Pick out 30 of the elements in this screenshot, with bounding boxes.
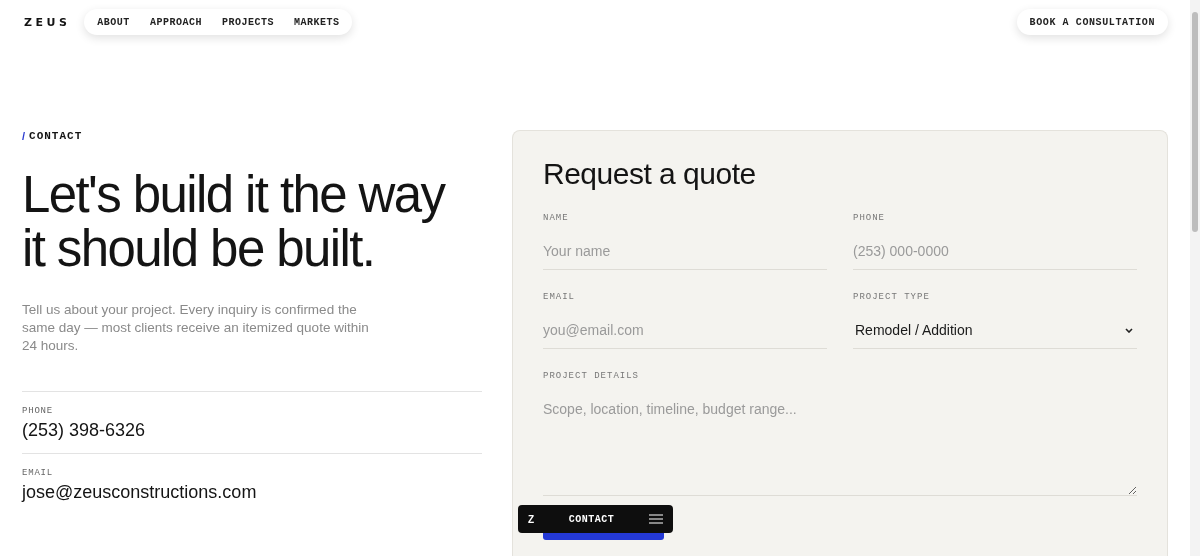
nav-link[interactable]: MARKETS bbox=[293, 16, 340, 28]
nav-link[interactable]: ABOUT bbox=[97, 16, 130, 28]
input-field[interactable]: you@email.com bbox=[543, 314, 827, 349]
menu-icon[interactable] bbox=[649, 514, 663, 524]
nav-link[interactable]: APPROACH bbox=[149, 16, 202, 28]
contact-label: PHONE bbox=[22, 406, 54, 416]
form-title: Request a quote bbox=[543, 157, 757, 191]
headline: Let's build it the way it should be built. bbox=[22, 168, 446, 276]
contact-value: (253) 398-6326 bbox=[22, 420, 147, 441]
field-label: PROJECT DETAILS bbox=[543, 371, 640, 381]
input-field[interactable]: (253) 000-0000 bbox=[853, 235, 1137, 270]
project-type-select[interactable]: Remodel / Addition bbox=[853, 314, 1137, 349]
field-label: PROJECT TYPE bbox=[853, 292, 931, 302]
nav-link[interactable]: PROJECTS bbox=[221, 16, 274, 28]
field-label: EMAIL bbox=[543, 292, 576, 302]
intro-text: Tell us about your project. Every inquiry is confirmed the same day — most clients receive an itemized quote within 24 hours. bbox=[22, 301, 370, 355]
chevron-down-icon bbox=[1125, 327, 1133, 333]
field-label: NAME bbox=[543, 213, 570, 223]
consultation-button[interactable]: BOOK A CONSULTATION bbox=[1016, 9, 1168, 35]
section-label: CONTACT bbox=[29, 130, 83, 142]
contact-value: jose@zeusconstructions.com bbox=[22, 482, 258, 503]
slash-mark: / bbox=[22, 130, 27, 142]
brand-logo[interactable]: Z bbox=[528, 513, 535, 525]
brand-logo[interactable]: ZEUS bbox=[24, 15, 71, 29]
input-field[interactable]: Your name bbox=[543, 235, 827, 270]
input-field[interactable]: Scope, location, timeline, budget range... bbox=[543, 393, 1137, 496]
field-label: PHONE bbox=[853, 213, 886, 223]
contact-label: EMAIL bbox=[22, 468, 54, 478]
contact-link[interactable]: CONTACT bbox=[568, 513, 615, 525]
scrollbar[interactable] bbox=[1190, 0, 1200, 556]
